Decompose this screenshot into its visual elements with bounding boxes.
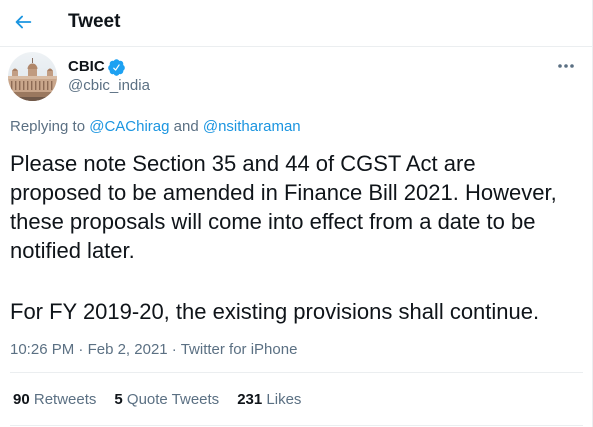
retweets-count: 90 xyxy=(13,391,30,408)
tweet-time[interactable]: 10:26 PM xyxy=(10,341,74,358)
quote-tweets-count: 5 xyxy=(114,391,123,408)
likes-label: Likes xyxy=(266,391,302,408)
tweet-text-line: For FY 2019-20, the existing provisions … xyxy=(10,299,540,324)
more-horizontal-icon xyxy=(558,64,574,68)
tweet-source[interactable]: Twitter for iPhone xyxy=(181,341,298,358)
retweets-stat[interactable]: 90 Retweets xyxy=(13,390,96,410)
arrow-left-icon xyxy=(15,15,32,29)
reply-mention-link[interactable]: @CAChirag xyxy=(89,118,169,135)
page-title: Tweet xyxy=(68,11,121,32)
quote-tweets-stat[interactable]: 5 Quote Tweets xyxy=(114,390,219,410)
replying-to-label: Replying to xyxy=(10,118,86,135)
author-name[interactable]: CBIC xyxy=(68,57,105,77)
likes-stat[interactable]: 231 Likes xyxy=(237,390,301,410)
tweet-text: Please note Section 35 and 44 of CGST Ac… xyxy=(10,149,557,326)
reply-conjunction: and xyxy=(173,118,199,135)
retweets-label: Retweets xyxy=(33,391,97,408)
tweet-text-line: these proposals will come into effect fr… xyxy=(10,209,536,234)
avatar-image xyxy=(8,52,57,101)
tweet-paragraph: Please note Section 35 and 44 of CGST Ac… xyxy=(10,149,557,265)
divider xyxy=(10,425,583,426)
reply-mention-link[interactable]: @nsitharaman xyxy=(203,118,301,135)
meta-separator: · xyxy=(171,341,177,358)
reply-context: Replying to @CAChirag and @nsitharaman xyxy=(10,117,301,137)
author-handle[interactable]: @cbic_india xyxy=(68,76,150,96)
tweet-date[interactable]: Feb 2, 2021 xyxy=(88,341,168,358)
quote-tweets-label: Quote Tweets xyxy=(126,391,220,408)
tweet-text-line: proposed to be amended in Finance Bill 2… xyxy=(10,180,557,205)
tweet-detail-page: Tweet CBIC @cbic_india Replying to @CACh… xyxy=(0,0,593,427)
tweet-timestamp-row: 10:26 PM · Feb 2, 2021 · Twitter for iPh… xyxy=(10,340,297,360)
likes-count: 231 xyxy=(237,391,263,408)
more-options-button[interactable] xyxy=(556,56,576,76)
back-button[interactable] xyxy=(7,6,39,38)
tweet-text-line: notified later. xyxy=(10,238,135,263)
avatar[interactable] xyxy=(8,52,57,101)
tweet-text-line: Please note Section 35 and 44 of CGST Ac… xyxy=(10,151,476,176)
top-bar: Tweet xyxy=(0,0,592,47)
divider xyxy=(10,372,583,373)
verified-badge-icon xyxy=(107,58,125,76)
tweet-paragraph: For FY 2019-20, the existing provisions … xyxy=(10,297,557,326)
meta-separator: · xyxy=(78,341,84,358)
author-name-row[interactable]: CBIC xyxy=(68,57,126,77)
tweet-stats: 90 Retweets 5 Quote Tweets 231 Likes xyxy=(13,390,319,410)
